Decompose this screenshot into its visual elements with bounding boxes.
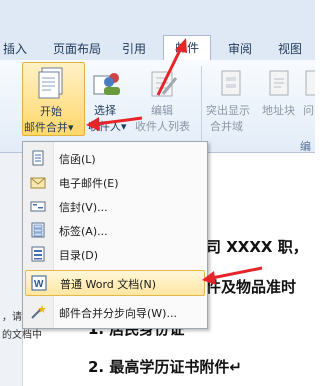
- menu-label-normal-word-document: 普通 Word 文档(N): [60, 278, 157, 291]
- menu-label-letters: 信函(L): [59, 153, 96, 166]
- start-merge-label-1: 开始: [40, 105, 62, 118]
- select-recipients-label-2: 收件人▾: [88, 120, 127, 133]
- tab-view[interactable]: 视图: [270, 38, 310, 60]
- doc-line-4: 2. 最高学历证书附件↵: [88, 358, 242, 376]
- directory-icon: [31, 246, 45, 262]
- envelope-icon: [30, 201, 46, 212]
- menu-item-labels[interactable]: 标签(A)...: [25, 218, 203, 242]
- menu-item-normal-word-document[interactable]: W 普通 Word 文档(N): [25, 270, 205, 296]
- menu-label-step-by-step-wizard: 邮件合并分步向导(W)...: [59, 307, 177, 320]
- navigation-pane: [0, 153, 23, 386]
- highlight-label-1: 突出显示: [206, 104, 250, 117]
- edit-recipients-label-1: 编辑: [151, 104, 173, 117]
- start-mail-merge-menu: 信函(L) 电子邮件(E) 信封(V)... 标签(A)... 目录(D) W …: [22, 141, 208, 329]
- tab-review[interactable]: 审阅: [220, 38, 260, 60]
- tab-insert[interactable]: 插入: [0, 38, 30, 60]
- ribbon-tab-bar: 插入 页面布局 引用 邮件 审阅 视图: [0, 0, 315, 61]
- tab-references[interactable]: 引用: [116, 38, 152, 60]
- greeting-line-button[interactable]: 问: [302, 62, 315, 134]
- menu-item-envelopes[interactable]: 信封(V)...: [25, 194, 203, 218]
- word-doc-icon: W: [31, 275, 47, 291]
- doc-line-2: 件及物品准时: [206, 278, 297, 296]
- menu-item-email[interactable]: 电子邮件(E): [25, 170, 203, 194]
- tab-page-layout[interactable]: 页面布局: [46, 38, 108, 60]
- menu-item-letters[interactable]: 信函(L): [25, 146, 203, 170]
- highlight-fields-icon: [221, 70, 241, 96]
- select-recipients-label-1: 选择: [94, 104, 116, 117]
- highlight-label-2: 合并域: [210, 120, 243, 133]
- menu-label-labels: 标签(A)...: [59, 225, 108, 238]
- tab-mailings[interactable]: 邮件: [163, 35, 211, 61]
- mail-merge-icon: [38, 67, 63, 99]
- pane-text-1: ，请: [2, 312, 22, 323]
- greeting-label: 问: [303, 104, 314, 117]
- menu-label-envelopes: 信封(V)...: [59, 201, 108, 214]
- email-icon: [30, 177, 46, 189]
- highlight-merge-fields-button[interactable]: 突出显示 合并域: [206, 62, 258, 134]
- letter-icon: [32, 150, 44, 166]
- edit-recipients-button[interactable]: 编辑 收件人列表: [135, 62, 199, 134]
- menu-item-step-by-step-wizard[interactable]: 邮件合并分步向导(W)...: [25, 300, 203, 324]
- edit-list-icon: [151, 71, 178, 97]
- greeting-icon: [305, 70, 315, 96]
- start-mail-merge-button[interactable]: 开始 邮件合并▾: [22, 62, 85, 136]
- label-icon: [31, 222, 45, 238]
- address-block-icon: [269, 70, 289, 96]
- ribbon-separator: [201, 66, 202, 142]
- menu-label-email: 电子邮件(E): [59, 177, 119, 190]
- menu-label-directory: 目录(D): [59, 249, 99, 262]
- address-block-label: 地址块: [262, 104, 295, 117]
- start-merge-label-2: 邮件合并▾: [24, 121, 74, 134]
- doc-line-1: 司 XXXX 职，: [206, 238, 308, 256]
- recipients-icon: [93, 73, 120, 95]
- wizard-icon: [31, 305, 46, 319]
- edit-recipients-label-2: 收件人列表: [135, 120, 190, 133]
- address-block-button[interactable]: 地址块: [260, 62, 300, 134]
- group-label: 编: [300, 140, 311, 153]
- menu-item-directory[interactable]: 目录(D): [25, 242, 203, 266]
- select-recipients-button[interactable]: 选择 收件人▾: [88, 62, 130, 134]
- svg-text:W: W: [34, 279, 44, 290]
